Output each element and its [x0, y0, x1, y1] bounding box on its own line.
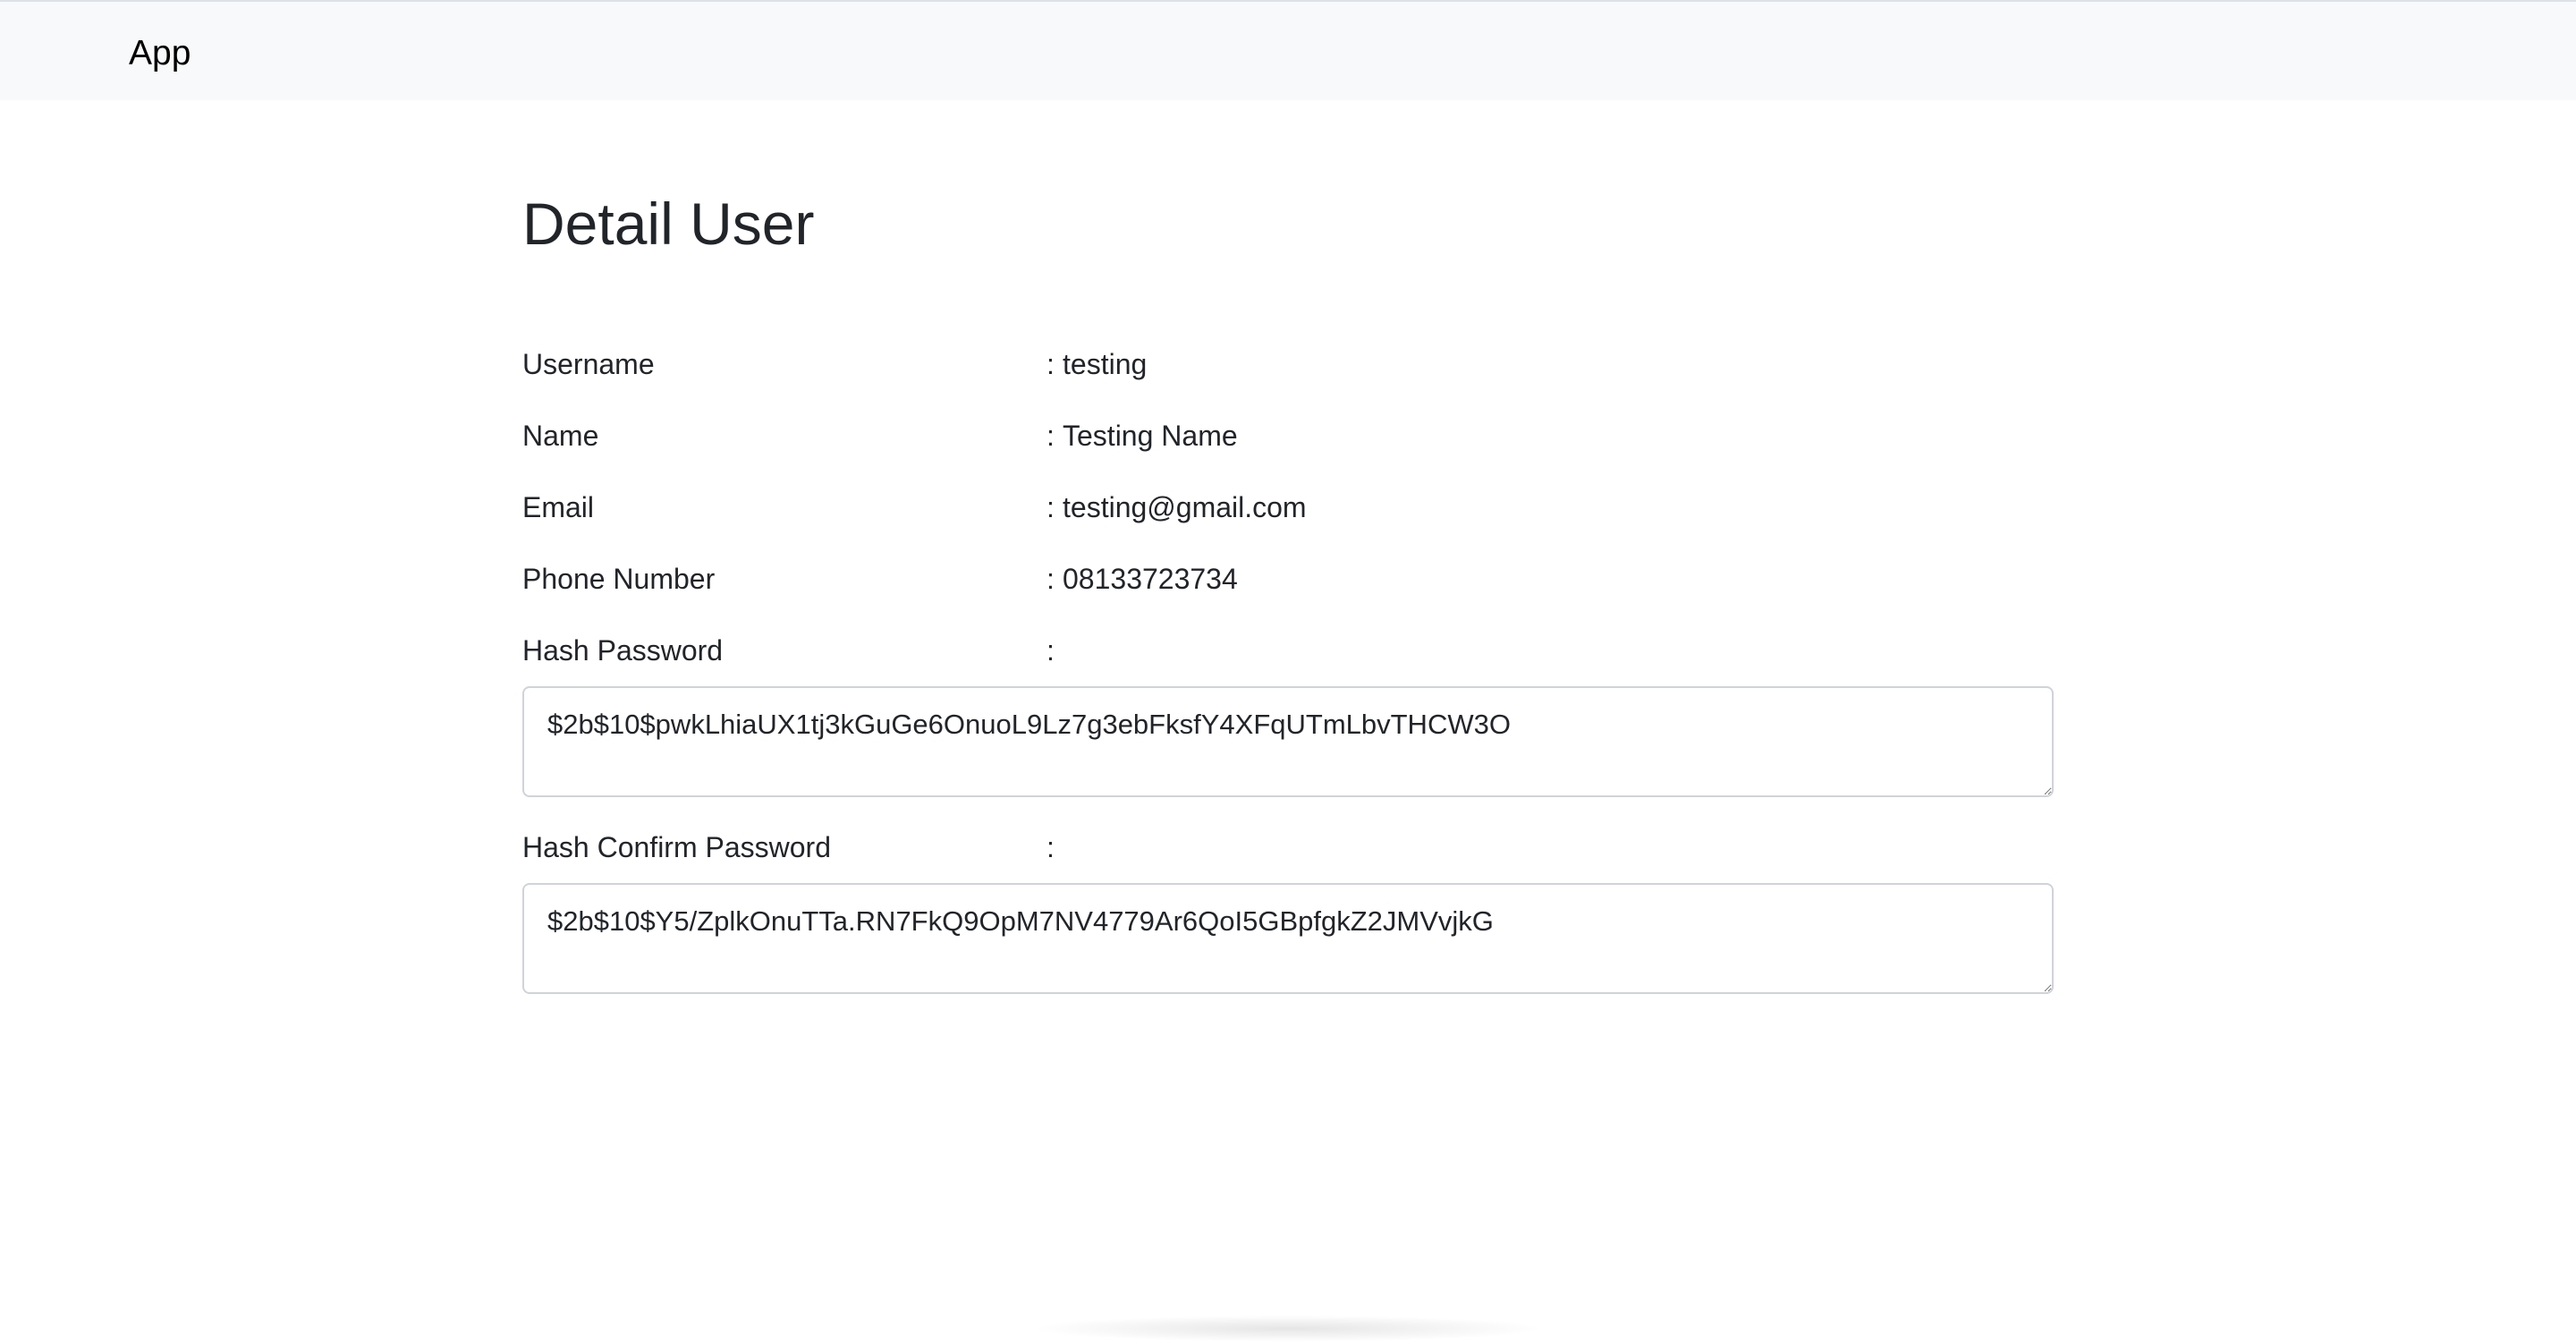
username-row: Username : testing: [522, 342, 2054, 386]
username-separator: :: [1046, 348, 1055, 380]
navbar-brand-link[interactable]: App: [129, 32, 191, 75]
username-label: Username: [522, 348, 655, 380]
hash-confirm-password-separator: :: [1046, 831, 1055, 863]
email-value: testing@gmail.com: [1063, 491, 1307, 523]
email-separator: :: [1046, 491, 1055, 523]
name-label: Name: [522, 420, 599, 452]
hash-confirm-password-label: Hash Confirm Password: [522, 831, 831, 863]
phone-number-value: 08133723734: [1063, 563, 1238, 595]
page-title: Detail User: [522, 191, 815, 257]
hash-password-label: Hash Password: [522, 634, 724, 667]
phone-number-separator: :: [1046, 563, 1055, 595]
name-separator: :: [1046, 420, 1055, 452]
hash-password-textarea[interactable]: $2b$10$pwkLhiaUX1tj3kGuGe6OnuoL9Lz7g3ebF…: [522, 686, 2054, 797]
hash-confirm-password-row: Hash Confirm Password :: [522, 825, 2054, 870]
username-value: testing: [1063, 348, 1148, 380]
hash-password-separator: :: [1046, 634, 1055, 667]
hash-password-row: Hash Password :: [522, 628, 2054, 673]
phone-number-label: Phone Number: [522, 563, 716, 595]
name-value: Testing Name: [1063, 420, 1238, 452]
name-row: Name : Testing Name: [522, 413, 2054, 458]
hash-confirm-password-textarea[interactable]: $2b$10$Y5/ZplkOnuTTa.RN7FkQ9OpM7NV4779Ar…: [522, 883, 2054, 994]
top-navbar: App: [0, 0, 2576, 100]
phone-number-row: Phone Number : 08133723734: [522, 556, 2054, 601]
email-label: Email: [522, 491, 595, 523]
email-row: Email : testing@gmail.com: [522, 485, 2054, 530]
